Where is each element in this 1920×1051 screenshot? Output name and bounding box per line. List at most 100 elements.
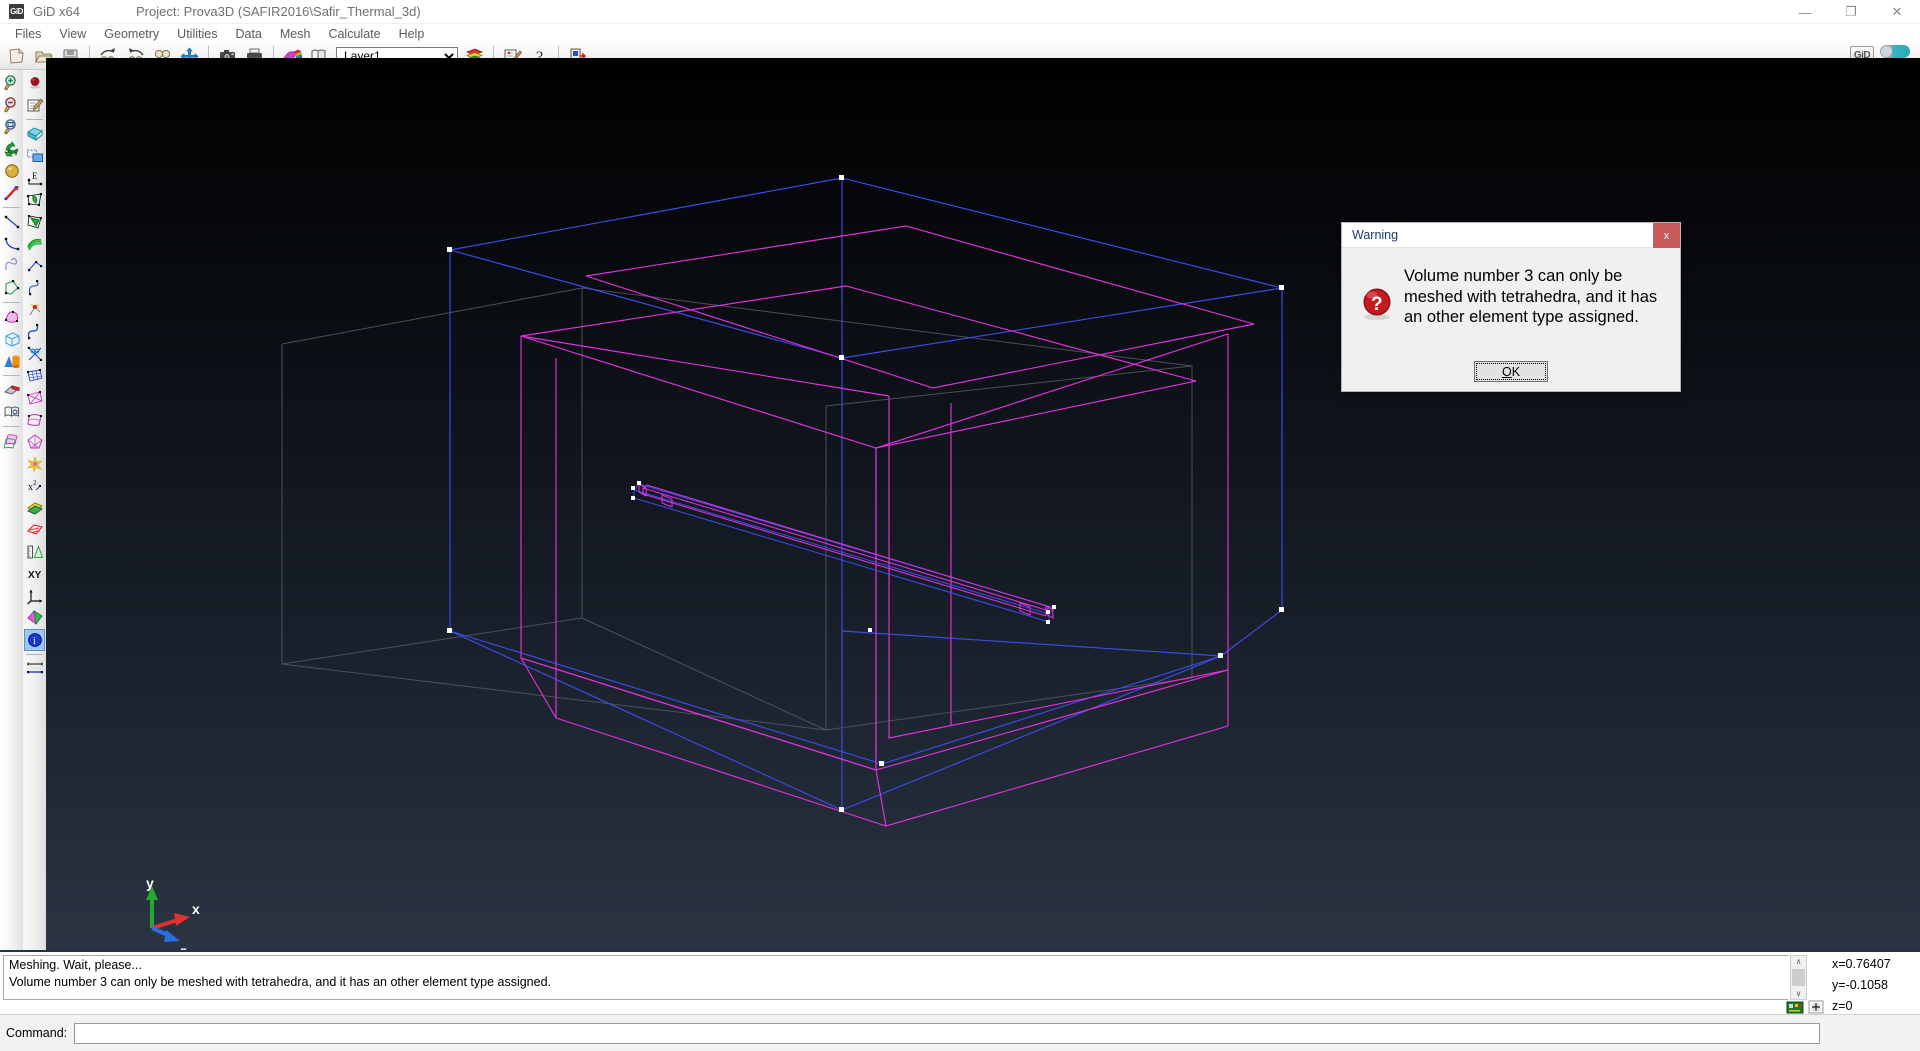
new-file-icon[interactable]: [3, 44, 30, 69]
axis-label-z: z: [180, 943, 187, 950]
mesh-surface-icon[interactable]: [24, 409, 45, 431]
cursor-coordinates: x=0.76407 y=-0.1058 z=0: [1830, 954, 1920, 1016]
intersect-scissors-icon[interactable]: [24, 343, 45, 365]
axis-label-x: x: [192, 901, 200, 917]
dialog-footer: OK: [1342, 361, 1680, 392]
menu-item-mesh[interactable]: Mesh: [271, 25, 320, 43]
measure-icon[interactable]: [24, 541, 45, 563]
zoom-out-icon[interactable]: [1, 94, 22, 116]
dialog-title: Warning: [1352, 228, 1398, 242]
menu-item-help[interactable]: Help: [390, 25, 434, 43]
edit-note-icon[interactable]: [24, 94, 45, 116]
zoom-fit-icon[interactable]: [1, 116, 22, 138]
mesh-quality-red-icon[interactable]: [24, 519, 45, 541]
message-scrollbar[interactable]: ∧ ∨: [1790, 955, 1807, 1000]
mesh-quality-yellow-icon[interactable]: [24, 497, 45, 519]
delete-eraser-icon[interactable]: [1, 379, 22, 401]
close-button[interactable]: ✕: [1874, 0, 1920, 24]
copy-surface-icon[interactable]: [1, 430, 22, 452]
info-blue-icon[interactable]: i: [24, 629, 45, 651]
outer-volume-box: [450, 178, 1282, 810]
toolbar-separator: [3, 375, 20, 376]
select-rectangle-icon[interactable]: [24, 145, 45, 167]
normals-arrow-icon[interactable]: [1, 182, 22, 204]
structured-mesh-icon[interactable]: [24, 365, 45, 387]
snap-grid-icon[interactable]: [1807, 999, 1825, 1015]
menu-item-files[interactable]: Files: [6, 25, 50, 43]
rotate-recycle-icon[interactable]: [1, 138, 22, 160]
dialog-close-button[interactable]: x: [1653, 223, 1680, 248]
menu-item-utilities[interactable]: Utilities: [168, 25, 226, 43]
toolbar-separator: [3, 302, 20, 303]
label-e-icon[interactable]: E: [24, 167, 45, 189]
menu-item-view[interactable]: View: [50, 25, 95, 43]
toolbar-separator: [26, 119, 43, 120]
axes-icon[interactable]: [24, 585, 45, 607]
layer-copy-icon[interactable]: [24, 123, 45, 145]
status-message-area: Meshing. Wait, please... Volume number 3…: [0, 950, 1920, 1014]
create-line-icon[interactable]: [1, 211, 22, 233]
command-bar: Command:: [0, 1014, 1920, 1051]
axis-label-y: y: [146, 875, 154, 891]
dialog-message: Volume number 3 can only be meshed with …: [1398, 264, 1666, 328]
app-logo-icon: GiD: [9, 4, 24, 19]
menu-item-data[interactable]: Data: [226, 25, 270, 43]
create-volume-box-icon[interactable]: [1, 328, 22, 350]
create-surface-icon[interactable]: [1, 306, 22, 328]
render-flat-icon[interactable]: [24, 607, 45, 629]
distance-measure-icon[interactable]: [24, 658, 45, 680]
scroll-down-icon[interactable]: ∨: [1796, 988, 1802, 999]
maximize-button[interactable]: ❐: [1828, 0, 1874, 24]
create-polyline-icon[interactable]: [1, 277, 22, 299]
nurbs-blue-icon[interactable]: [24, 321, 45, 343]
svg-text:2: 2: [33, 479, 37, 487]
command-input[interactable]: [74, 1023, 1820, 1044]
scroll-up-icon[interactable]: ∧: [1796, 956, 1802, 967]
3d-viewport[interactable]: y x z: [46, 58, 1920, 950]
coordinate-z: z=0: [1832, 999, 1920, 1013]
svg-text:XY: XY: [28, 570, 42, 581]
left-toolbar-geometry: [0, 70, 23, 950]
command-label: Command:: [6, 1026, 67, 1040]
ok-button-accel: O: [1502, 365, 1512, 379]
message-line-1: Meshing. Wait, please...: [9, 957, 1788, 974]
render-sphere-icon[interactable]: [1, 160, 22, 182]
message-log[interactable]: Meshing. Wait, please... Volume number 3…: [3, 955, 1788, 1000]
minimize-button[interactable]: —: [1782, 0, 1828, 24]
app-name: GiD x64: [33, 4, 80, 19]
mesh-volume-icon[interactable]: [24, 431, 45, 453]
surface-entities: [521, 226, 1254, 826]
plane-xy-icon[interactable]: XY: [24, 563, 45, 585]
ok-button[interactable]: OK: [1474, 361, 1548, 382]
menu-item-calculate[interactable]: Calculate: [319, 25, 389, 43]
create-object-primitive-icon[interactable]: [1, 350, 22, 372]
ok-button-rest: K: [1512, 365, 1520, 379]
zoom-in-icon[interactable]: [1, 72, 22, 94]
quadratic-elements-icon[interactable]: x 2: [24, 475, 45, 497]
scrollbar-thumb[interactable]: [1792, 969, 1805, 986]
dialog-body: ? Volume number 3 can only be meshed wit…: [1342, 248, 1680, 361]
create-arc-icon[interactable]: [1, 233, 22, 255]
toggle-switch-icon[interactable]: [1880, 45, 1910, 58]
list-entities-icon[interactable]: [1, 401, 22, 423]
coordinate-x: x=0.76407: [1832, 957, 1920, 971]
menu-item-geometry[interactable]: Geometry: [95, 25, 168, 43]
geometry-wireframe: y x z: [46, 58, 1920, 950]
axis-triad: y x z: [146, 875, 200, 950]
graphics-card-icon[interactable]: [1786, 999, 1804, 1015]
mesh-point-icon[interactable]: [24, 299, 45, 321]
surface-green-icon[interactable]: [24, 189, 45, 211]
mesh-generate-icon[interactable]: [24, 453, 45, 475]
line-nodes-icon[interactable]: [24, 255, 45, 277]
create-nurbs-curve-icon[interactable]: [1, 255, 22, 277]
create-point-icon[interactable]: [24, 72, 45, 94]
vertex-markers: [447, 175, 1284, 812]
status-mini-icons: [1786, 999, 1825, 1015]
surface-green-2-icon[interactable]: [24, 211, 45, 233]
warning-dialog: Warning x ? Volume number 3 can only be …: [1341, 222, 1681, 392]
curve-nodes-icon[interactable]: [24, 277, 45, 299]
contours-green-icon[interactable]: [24, 233, 45, 255]
title-bar: GiD GiD x64 Project: Prova3D (SAFIR2016\…: [0, 0, 1920, 24]
gid-application-window: GiD GiD x64 Project: Prova3D (SAFIR2016\…: [0, 0, 1920, 1051]
unstructured-mesh-icon[interactable]: [24, 387, 45, 409]
